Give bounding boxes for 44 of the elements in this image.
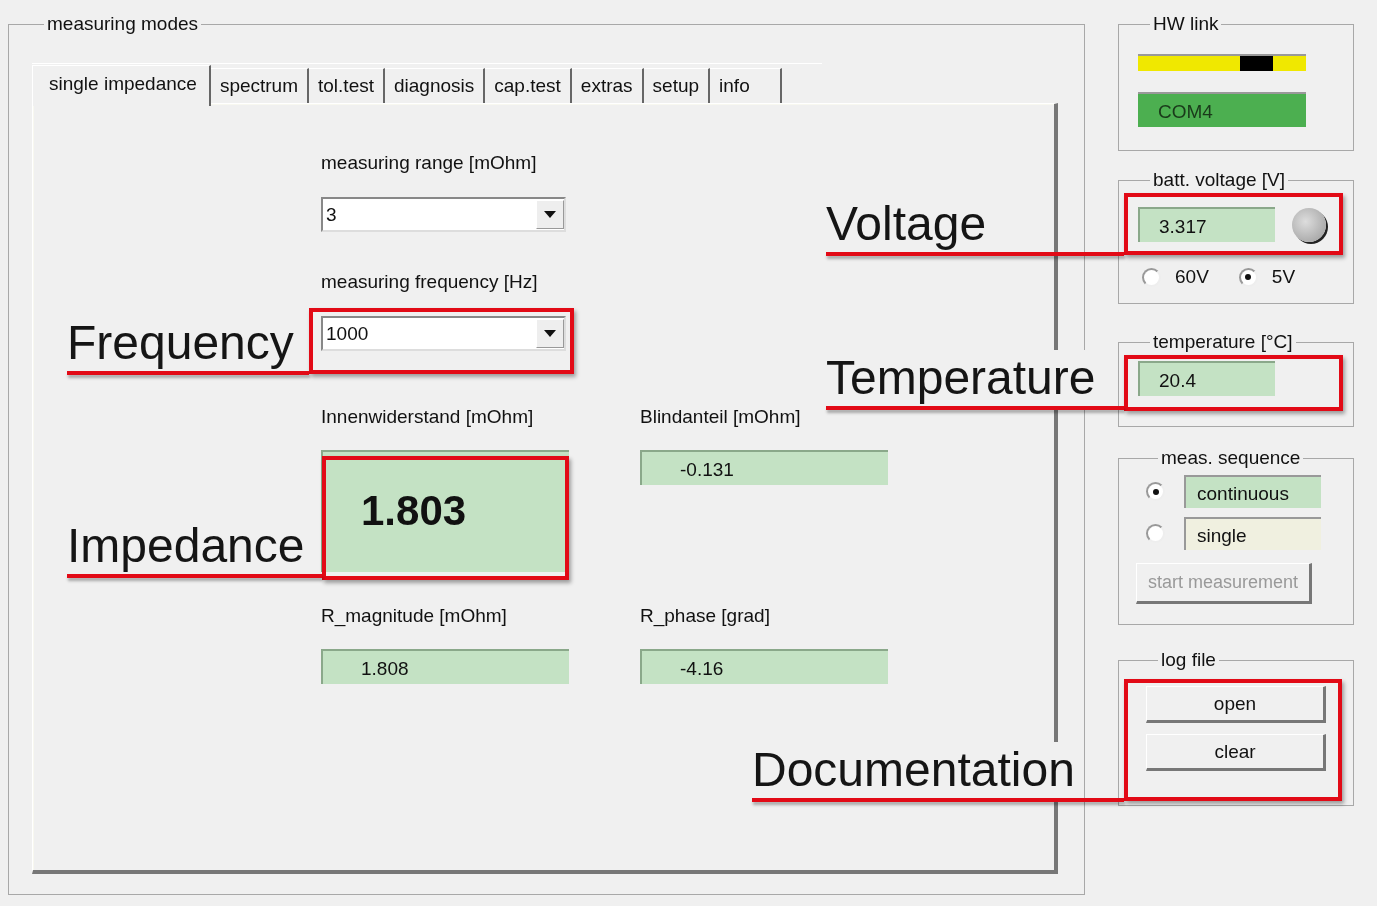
radio-button[interactable] (1142, 267, 1161, 287)
dropdown[interactable]: 1000 (321, 316, 566, 351)
log-button[interactable]: clear (1146, 734, 1326, 771)
caret-icon (544, 211, 556, 218)
field-label: Innenwiderstand [mOhm] (321, 406, 535, 428)
dropdown[interactable]: 3 (321, 197, 566, 232)
option-label: continuous (1184, 475, 1321, 508)
group-title: meas. sequence (1160, 447, 1302, 469)
field-label: measuring frequency [Hz] (321, 271, 539, 293)
field-label: R_magnitude [mOhm] (321, 605, 508, 627)
tab[interactable]: diagnosis (385, 68, 486, 103)
radio-label: 60V (1175, 266, 1209, 288)
tab[interactable]: spectrum (210, 68, 309, 103)
tab[interactable]: info (710, 68, 782, 103)
group-title: temperature [°C] (1152, 331, 1294, 353)
indicator-light (1292, 207, 1326, 242)
group-title: measuring modes (46, 13, 200, 35)
value-field: 1.808 (321, 649, 569, 684)
tab[interactable]: setup (643, 68, 711, 103)
value-display: 1.803 (321, 450, 569, 572)
tab[interactable]: tol.test (309, 68, 385, 103)
tab[interactable]: cap.test (485, 68, 572, 103)
caret-icon (544, 330, 556, 337)
group-title: batt. voltage [V] (1152, 169, 1287, 191)
option-label: single (1184, 517, 1321, 550)
value-field: 20.4 (1138, 361, 1275, 396)
radio-button[interactable] (1146, 482, 1165, 501)
log-button[interactable]: open (1146, 686, 1326, 723)
field-label: Blindanteil [mOhm] (640, 406, 802, 428)
radio-button[interactable] (1146, 524, 1165, 543)
tab[interactable]: single impedance (32, 65, 211, 106)
radio-button[interactable] (1238, 267, 1258, 287)
value-field: -0.131 (640, 450, 888, 485)
field-label: measuring range [mOhm] (321, 152, 538, 174)
callout-label: Temperature (826, 350, 1096, 406)
group-title: log file (1160, 649, 1217, 671)
field-label: R_phase [grad] (640, 605, 771, 627)
value-field: -4.16 (640, 649, 888, 684)
group-title: HW link (1152, 13, 1220, 35)
radio-label: 5V (1271, 266, 1296, 288)
status-field: COM4 (1138, 92, 1306, 127)
value-field: 3.317 (1138, 207, 1275, 242)
callout-label: Documentation (752, 742, 1075, 798)
tab[interactable]: extras (571, 68, 644, 103)
